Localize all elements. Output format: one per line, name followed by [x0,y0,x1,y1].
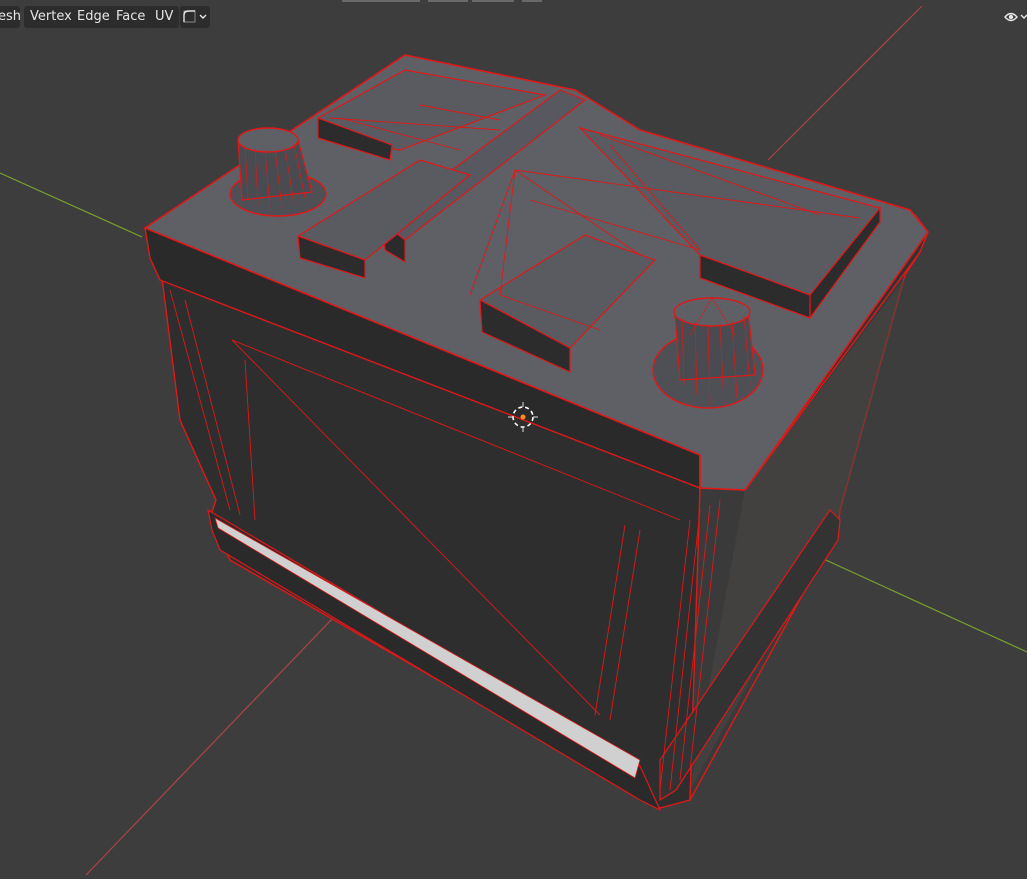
viewport-canvas[interactable] [0,0,1027,876]
vertex-menu[interactable]: Vertex [24,6,78,28]
3d-viewport[interactable] [0,0,1027,876]
face-menu[interactable]: Face [110,6,152,28]
header-region-strip [342,0,542,2]
select-mode-dropdown[interactable] [180,6,210,28]
mesh-menu[interactable]: esh [0,6,20,28]
edge-menu[interactable]: Edge [71,6,116,28]
edge-select-mode-icon [183,10,207,23]
overlay-visibility-button[interactable] [1003,7,1027,27]
uv-menu[interactable]: UV [149,6,180,28]
eye-visibility-icon [1004,12,1027,22]
